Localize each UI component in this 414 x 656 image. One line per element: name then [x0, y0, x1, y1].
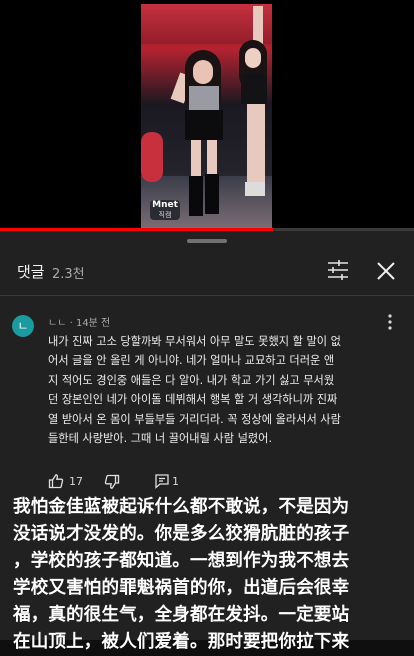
overlay-line: ，学校的孩子都知道。一想到作为我不想去	[13, 551, 350, 571]
dancer-boot	[205, 174, 219, 214]
comments-title: 댓글	[17, 263, 45, 281]
comment-line: 지 적어도 경인중 애들은 다 알아. 내가 학교 가기 싫고 무서웠	[48, 373, 335, 387]
avatar[interactable]: ㄴ	[12, 315, 34, 337]
dancer-boot	[189, 176, 203, 216]
drag-handle[interactable]	[187, 239, 227, 243]
translation-overlay: 我怕金佳蓝被起诉什么都不敢说，不是因为 没话说才没发的。你是多么狡猾肮脏的孩子 …	[13, 494, 411, 656]
overlay-line: 福，真的很生气，全身都在发抖。一定要站	[13, 605, 350, 625]
stage-prop	[141, 132, 163, 182]
comment-line: 내가 진짜 고소 당할까봐 무서워서 아무 말도 못했지 할 말이 없	[48, 335, 341, 348]
comment-line: 열 받아서 온 몸이 부들부들 거리더라. 꼭 정상에 올라서서 사람	[48, 412, 341, 426]
video-frame[interactable]: Mnet 직캠	[141, 4, 272, 228]
channel-logo: Mnet 직캠	[150, 200, 180, 220]
comment-meta: ㄴㄴ · 14분 전	[48, 314, 110, 329]
dancer-legs	[247, 104, 265, 184]
comment-time: 14분 전	[75, 318, 111, 329]
sliders-icon[interactable]	[326, 259, 350, 281]
dancer-face	[193, 60, 213, 84]
thumb-up-icon[interactable]	[48, 473, 64, 489]
comment-actions: 17 1	[48, 473, 248, 491]
dancer-skirt	[185, 110, 223, 140]
channel-logo-sub: 직캠	[158, 211, 172, 219]
more-vert-icon[interactable]	[384, 313, 396, 331]
comments-count: 2.3천	[52, 267, 85, 282]
comment-line: 들한테 사랑받아. 그때 너 끌어내릴 사람 널렸어.	[48, 432, 273, 446]
channel-logo-text: Mnet	[152, 200, 178, 210]
dancer-top	[189, 86, 219, 110]
close-icon[interactable]	[374, 259, 398, 283]
overlay-line: 在山顶上，被人们爱着。那时要把你拉下来	[13, 632, 350, 652]
overlay-line: 我怕金佳蓝被起诉什么都不敢说，不是因为	[13, 497, 350, 517]
overlay-line: 学校又害怕的罪魁祸首的你，出道后会很幸	[13, 578, 350, 598]
like-count: 17	[69, 475, 83, 488]
reply-icon[interactable]	[154, 473, 170, 489]
dancer-outfit	[241, 74, 267, 104]
comment-author[interactable]: ㄴㄴ	[48, 318, 66, 329]
dancer-face	[245, 48, 261, 68]
comment-line: 어서 글을 안 올린 게 아니야. 네가 얼마나 교묘하고 더러운 앤	[48, 354, 335, 368]
comment-body: 내가 진짜 고소 당할까봐 무서워서 아무 말도 못했지 할 말이 없 어서 글…	[48, 332, 388, 448]
reply-count: 1	[172, 475, 179, 488]
thumb-down-icon[interactable]	[104, 474, 120, 490]
comment-line: 던 장본인인 네가 아이돌 데뷔해서 행복 할 거 생각하니까 진짜	[48, 393, 338, 407]
dancer-shoes	[245, 182, 265, 196]
video-player[interactable]: Mnet 직캠	[0, 0, 414, 231]
header-divider	[0, 295, 414, 296]
overlay-line: 没话说才没发的。你是多么狡猾肮脏的孩子	[13, 524, 350, 544]
